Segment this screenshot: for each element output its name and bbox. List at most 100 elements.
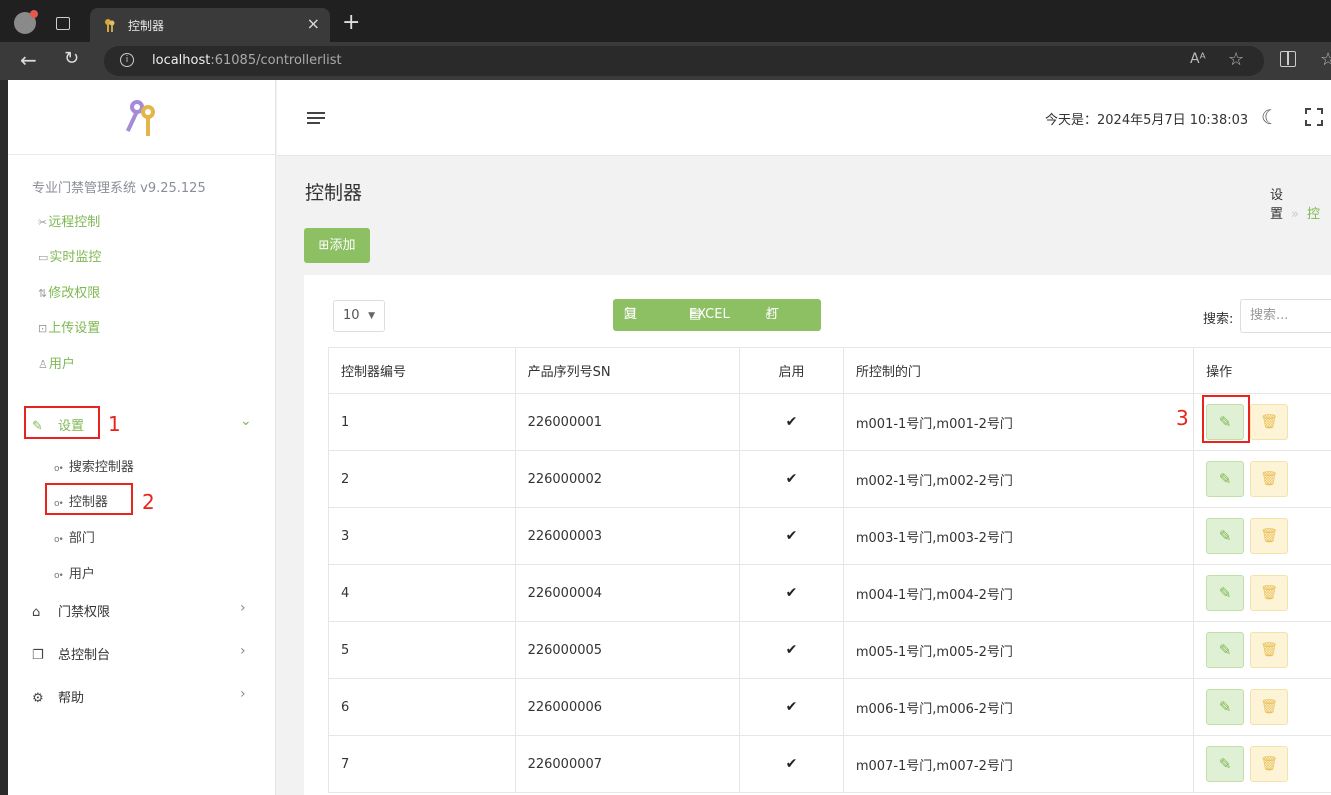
cell-doors: m005-1号门,m005-2号门: [842, 621, 1195, 679]
column-header-doors[interactable]: 所控制的门: [842, 347, 1195, 394]
delete-button[interactable]: 🗑: [1250, 461, 1289, 497]
add-button[interactable]: ⊞添加: [304, 228, 370, 263]
edit-button[interactable]: ✎: [1206, 461, 1245, 497]
trash-icon: 🗑: [1260, 528, 1279, 544]
quick-link-users[interactable]: ♙用户: [38, 353, 75, 372]
home-icon: ⌂: [32, 605, 41, 620]
menu-access-permission[interactable]: ⌂ 门禁权限: [32, 601, 110, 620]
cell-actions: ✎ 🗑: [1193, 621, 1331, 679]
column-header-controller-id[interactable]: 控制器编号: [328, 347, 516, 394]
search-input[interactable]: 搜索...: [1240, 299, 1331, 333]
fullscreen-icon[interactable]: [1305, 108, 1323, 126]
edit-icon: ✎: [1218, 470, 1232, 488]
delete-button[interactable]: 🗑: [1250, 689, 1289, 725]
quick-link-label: 修改权限: [48, 286, 101, 301]
browser-tab[interactable]: 控制器 ×: [90, 8, 330, 42]
add-button-label: 添加: [329, 238, 356, 253]
column-header-enabled[interactable]: 启用: [739, 347, 844, 394]
reload-icon[interactable]: ↻: [64, 48, 79, 69]
page-title: 控制器: [305, 182, 363, 204]
breadcrumb-settings[interactable]: 设置: [1270, 188, 1283, 222]
submenu-department[interactable]: o• 部门: [54, 527, 95, 546]
cell-doors: m002-1号门,m002-2号门: [842, 450, 1195, 508]
chevron-right-icon[interactable]: ›: [240, 686, 246, 702]
delete-button[interactable]: 🗑: [1250, 575, 1289, 611]
edit-button[interactable]: ✎: [1206, 518, 1245, 554]
url-path: :61085/controllerlist: [210, 53, 342, 68]
cell-doors: m006-1号门,m006-2号门: [842, 678, 1195, 736]
favorites-icon[interactable]: ☆: [1320, 49, 1331, 70]
cell-sn: 226000003: [514, 507, 741, 565]
back-icon[interactable]: ←: [20, 48, 37, 72]
table-row: 2 226000002 ✔ m002-1号门,m002-2号门 ✎ 🗑: [328, 450, 1331, 508]
plus-square-icon: ⊞: [318, 238, 330, 253]
hamburger-menu-icon[interactable]: [307, 112, 325, 124]
menu-console[interactable]: ❐ 总控制台: [32, 644, 110, 663]
chevron-right-icon[interactable]: ›: [240, 600, 246, 616]
keys-logo-icon: [126, 100, 155, 136]
edit-button[interactable]: ✎: [1206, 746, 1245, 782]
page-length-value: 10: [343, 308, 360, 323]
cell-controller-id: 6: [328, 678, 516, 736]
edit-button[interactable]: ✎: [1206, 689, 1245, 725]
delete-button[interactable]: 🗑: [1250, 746, 1289, 782]
edit-button[interactable]: ✎: [1206, 575, 1245, 611]
chevron-down-icon[interactable]: ⌄: [240, 413, 252, 429]
cell-actions: ✎ 🗑: [1193, 735, 1331, 793]
quick-link-upload-settings[interactable]: ⊡上传设置: [38, 317, 100, 336]
quick-link-label: 实时监控: [49, 250, 102, 265]
url-host: localhost: [152, 53, 211, 68]
quick-link-label: 用户: [48, 357, 75, 372]
site-info-icon[interactable]: i: [120, 53, 134, 67]
quick-link-modify-permission[interactable]: ⇅修改权限: [38, 282, 100, 301]
annotation-number-3: 3: [1176, 406, 1189, 430]
delete-button[interactable]: 🗑: [1250, 404, 1289, 440]
cell-sn: 226000006: [514, 678, 741, 736]
check-icon: ✔: [739, 507, 844, 565]
favorite-star-icon[interactable]: ☆: [1228, 49, 1244, 70]
trash-icon: 🗑: [1260, 642, 1279, 658]
quick-link-remote-control[interactable]: ✂远程控制: [38, 211, 100, 230]
split-screen-icon[interactable]: [1280, 51, 1296, 67]
system-name: 专业门禁管理系统 v9.25.125: [32, 181, 206, 196]
check-icon: ✔: [739, 621, 844, 679]
quick-link-live-monitor[interactable]: ▭实时监控: [38, 246, 101, 265]
cell-controller-id: 1: [328, 393, 516, 451]
trash-icon: 🗑: [1260, 699, 1279, 715]
check-icon: ✔: [739, 735, 844, 793]
column-header-sn[interactable]: 产品序列号SN: [514, 347, 741, 394]
tab-close-icon[interactable]: ×: [307, 14, 320, 33]
cell-actions: ✎ 🗑: [1193, 564, 1331, 622]
table-row: 6 226000006 ✔ m006-1号门,m006-2号门 ✎ 🗑: [328, 678, 1331, 736]
windows-icon: ❐: [32, 648, 44, 663]
edit-icon: ✎: [1218, 527, 1232, 545]
delete-button[interactable]: 🗑: [1250, 518, 1289, 554]
menu-help[interactable]: ⚙ 帮助: [32, 687, 84, 706]
profile-avatar-icon[interactable]: [14, 10, 38, 34]
trash-icon: 🗑: [1260, 471, 1279, 487]
table-row: 3 226000003 ✔ m003-1号门,m003-2号门 ✎ 🗑: [328, 507, 1331, 565]
edit-button[interactable]: ✎: [1206, 632, 1245, 668]
chevron-right-icon[interactable]: ›: [240, 643, 246, 659]
browser-nav-bar: ← ↻ i localhost:61085/controllerlist Aᴬ …: [0, 42, 1331, 80]
page-length-select[interactable]: 10 ▼: [333, 300, 385, 332]
gear-icon: ⚙: [32, 691, 44, 706]
menu-label: 帮助: [58, 691, 85, 706]
annotation-number-1: 1: [108, 412, 121, 436]
delete-button[interactable]: 🗑: [1250, 632, 1289, 668]
trash-icon: 🗑: [1260, 756, 1279, 772]
cell-actions: ✎ 🗑: [1193, 507, 1331, 565]
column-header-actions: 操作: [1193, 347, 1331, 394]
quick-link-label: 远程控制: [48, 215, 101, 230]
read-aloud-icon[interactable]: Aᴬ: [1190, 51, 1206, 67]
tab-actions-icon[interactable]: [56, 17, 70, 30]
search-label: 搜索:: [1203, 312, 1234, 327]
new-tab-button[interactable]: +: [342, 10, 360, 35]
check-icon: ✔: [739, 393, 844, 451]
cell-doors: m003-1号门,m003-2号门: [842, 507, 1195, 565]
submenu-search-controller[interactable]: o• 搜索控制器: [54, 456, 134, 475]
url-text[interactable]: localhost:61085/controllerlist: [152, 53, 342, 68]
submenu-users[interactable]: o• 用户: [54, 563, 95, 582]
annotation-box-2: [45, 483, 133, 515]
dark-mode-icon[interactable]: ☾: [1261, 105, 1279, 129]
